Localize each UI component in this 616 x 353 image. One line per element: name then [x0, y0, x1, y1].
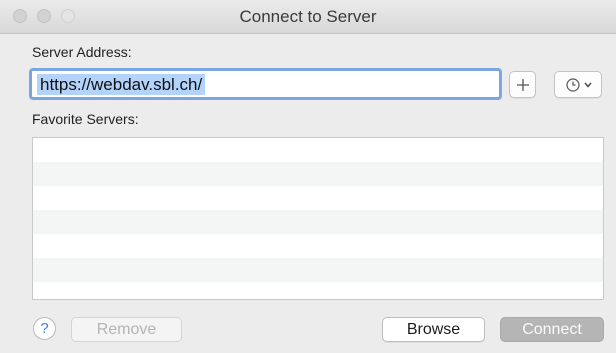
add-favorite-button[interactable] [509, 71, 536, 98]
browse-button[interactable]: Browse [382, 317, 485, 342]
connect-to-server-window: Connect to Server Server Address: https:… [0, 0, 616, 353]
favorite-servers-label: Favorite Servers: [32, 111, 139, 127]
plus-icon [516, 78, 529, 91]
recent-servers-button[interactable] [554, 71, 602, 98]
remove-button[interactable]: Remove [71, 317, 182, 342]
server-address-field[interactable]: https://webdav.sbl.ch/ [29, 68, 502, 100]
clock-icon [565, 77, 580, 92]
help-button[interactable]: ? [33, 317, 56, 340]
list-row [33, 210, 603, 234]
list-row [33, 258, 603, 282]
list-row [33, 138, 603, 162]
list-row [33, 162, 603, 186]
chevron-down-icon [583, 82, 592, 88]
window-title: Connect to Server [239, 7, 377, 26]
list-row [33, 282, 603, 299]
list-row [33, 234, 603, 258]
server-address-input[interactable] [32, 71, 499, 97]
title-bar[interactable]: Connect to Server [0, 0, 616, 34]
server-address-label: Server Address: [32, 44, 132, 60]
connect-button[interactable]: Connect [500, 317, 604, 342]
list-row [33, 186, 603, 210]
favorite-servers-list[interactable] [32, 137, 604, 300]
